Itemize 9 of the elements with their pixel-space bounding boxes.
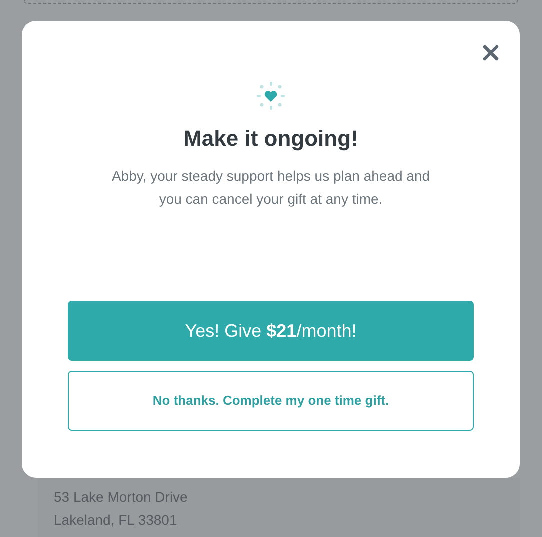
address-line: Lakeland, FL 33801 <box>54 511 178 530</box>
dialog-message: Abby, your steady support helps us plan ahead and you can cancel your gift at any time. <box>111 167 431 209</box>
one-time-gift-button[interactable]: No thanks. Complete my one time gift. <box>68 371 474 431</box>
monthly-gift-button[interactable]: Yes! Give $21/month! <box>68 301 474 361</box>
heart-icon <box>256 81 286 111</box>
address-line: 53 Lake Morton Drive <box>54 488 189 507</box>
dialog-title: Make it ongoing! <box>184 125 358 153</box>
close-icon <box>483 45 499 61</box>
close-button[interactable] <box>481 43 501 63</box>
